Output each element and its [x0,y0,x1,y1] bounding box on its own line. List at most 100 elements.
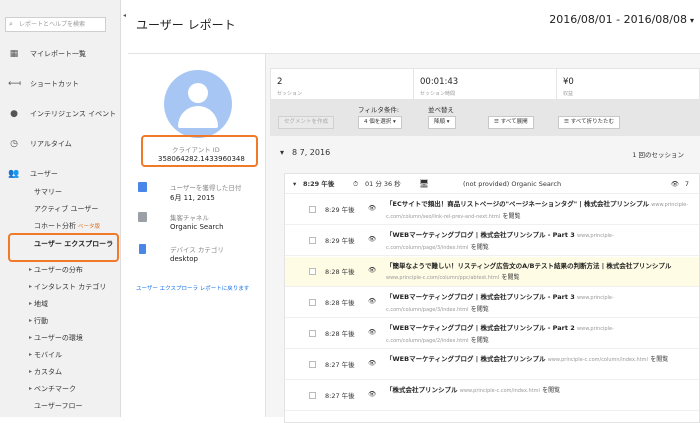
filter-value: 4 個を選択 [364,119,392,125]
list-item[interactable]: 8:27 午後 👁 「株式会社プリンシプル www.principle-c.co… [285,381,699,411]
list-item[interactable]: 8:27 午後 👁 「WEBマーケティングブログ | 株式会社プリンシプル ww… [285,350,699,380]
list-item[interactable]: 8:29 午後 👁 「WEBマーケティングブログ | 株式会社プリンシプル - … [285,226,699,256]
sidebar-item-active-users[interactable]: アクティブ ユーザー [34,204,98,214]
metric-revenue: ¥0 収益 [557,69,699,99]
view-icon: 👁 [670,180,679,188]
metric-label: 収益 [563,91,574,97]
filter-select[interactable]: 4 個を選択 ▾ [358,116,402,129]
list-item[interactable]: 8:28 午後 👁 「WEBマーケティングブログ | 株式会社プリンシプル - … [285,319,699,349]
hit-time: 8:27 午後 [325,361,355,369]
device-label: デバイス カテゴリ [170,246,224,254]
nav-shortcuts[interactable]: ⟻ ショートカット [0,75,121,93]
metric-sessions: 2 セッション [271,69,414,99]
nav-label: ユーザー [30,170,58,178]
chevron-down-icon: ▾ [280,148,285,157]
date-range-picker[interactable]: 2016/08/01 - 2016/08/08 ▾ [549,13,694,26]
calendar-icon [138,182,147,192]
eye-icon: 👁 [368,266,377,274]
hit-time: 8:28 午後 [325,299,355,307]
collapse-sidebar-icon[interactable]: ◂ [121,10,128,21]
main-content: クライアント ID 358064282.1433960348 ユーザーを獲得した… [128,54,700,423]
chevron-down-icon: ▾ [393,119,396,125]
sidebar-item-cohort[interactable]: コホート分析 ベータ版 [34,221,100,232]
row-checkbox[interactable] [309,361,316,368]
channel-label: 集客チャネル [170,214,209,222]
lightbulb-icon: ● [10,109,18,119]
hit-title: 「WEBマーケティングブログ | 株式会社プリンシプル www.principl… [386,354,696,366]
sidebar-item-demographics[interactable]: ユーザーの分布 [29,265,83,275]
hit-time: 8:28 午後 [325,330,355,338]
hit-action: を閲覧 [502,213,521,220]
list-item[interactable]: 8:28 午後 👁 「WEBマーケティングブログ | 株式会社プリンシプル - … [285,288,699,318]
expand-all-label: すべて展開 [500,119,528,125]
nav-label: リアルタイム [30,140,72,148]
metric-label: セッション時間 [420,91,456,97]
eye-icon: 👁 [368,390,377,398]
sidebar-item-custom[interactable]: カスタム [29,367,62,377]
sidebar-item-geo[interactable]: 地域 [29,299,48,309]
hit-title: 「簡単なようで難しい！リスティング広告文のA/Bテスト結果の判断方法 | 株式会… [386,261,696,284]
hit-title: 「WEBマーケティングブログ | 株式会社プリンシプル - Part 2 www… [386,323,696,347]
row-checkbox[interactable] [309,330,316,337]
expand-all-button[interactable]: ☰ すべて展開 [488,116,534,129]
list-item[interactable]: 8:28 午後 👁 「簡単なようで難しい！リスティング広告文のA/Bテスト結果の… [285,257,699,287]
hit-url: www.principle-c.com/column/index.html [547,357,648,363]
collapse-icon: ☰ [564,119,569,125]
eye-icon: 👁 [368,359,377,367]
search-input[interactable]: ⌕ レポートとヘルプを検索 [5,17,106,32]
collapse-all-label: すべて折りたたむ [570,119,615,125]
hit-title-text: 「WEBマーケティングブログ | 株式会社プリンシプル - Part 3 [386,293,575,301]
sort-select[interactable]: 降順 ▾ [428,116,456,129]
row-checkbox[interactable] [309,206,316,213]
filter-bar: セグメントを作成 フィルタ条件: 4 個を選択 ▾ 並べ替え 降順 ▾ ☰ すべ… [270,100,700,136]
row-checkbox[interactable] [309,237,316,244]
date-group-date: 8 7, 2016 [292,148,331,157]
collapse-all-button[interactable]: ☰ すべて折りたたむ [558,116,621,129]
highlight-box [141,135,258,167]
hit-title-text: 「WEBマーケティングブログ | 株式会社プリンシプル - Part 2 [386,324,575,332]
sidebar-item-benchmark[interactable]: ベンチマーク [29,384,76,394]
hit-title: 「WEBマーケティングブログ | 株式会社プリンシプル - Part 3 www… [386,292,696,316]
hit-title-text: 「株式会社プリンシプル [386,386,458,394]
hit-title-text: 「ECサイトで頻出！商品リストページの"ページネーションタグ" | 株式会社プリ… [386,200,649,208]
metric-value: ¥0 [563,77,574,87]
chevron-down-icon: ▾ [689,16,694,25]
hit-action: を閲覧 [501,274,520,281]
page-title: ユーザー レポート [136,18,236,32]
metric-label: セッション [277,91,303,97]
sidebar: ⌕ レポートとヘルプを検索 ▦ マイレポート一覧 ⟻ ショートカット ● インテ… [0,0,121,417]
acquired-date-label: ユーザーを獲得した日付 [170,184,242,192]
date-group-header[interactable]: ▾ 8 7, 2016 1 回のセッション [270,148,700,162]
metric-duration: 00:01:43 セッション時間 [414,69,557,99]
list-item[interactable]: 8:29 午後 👁 「ECサイトで頻出！商品リストページの"ページネーションタグ… [285,195,699,225]
filter-label: フィルタ条件: [358,106,400,114]
desktop-icon: 🖥 [419,179,430,188]
row-checkbox[interactable] [309,299,316,306]
highlight-box [8,233,119,262]
channel-icon [138,212,147,222]
nav-audience[interactable]: 👥 ユーザー [0,165,121,183]
hit-url: www.principle-c.com/column/ppc/abtest.ht… [386,275,500,281]
create-segment-button[interactable]: セグメントを作成 [278,116,335,129]
sidebar-item-behavior[interactable]: 行動 [29,316,48,326]
back-to-explorer-link[interactable]: ユーザー エクスプローラ レポートに戻ります [136,284,249,292]
hit-action: を閲覧 [470,244,489,251]
eye-icon: 👁 [368,297,377,305]
row-checkbox[interactable] [309,268,316,275]
hit-url: www.principle-c.com/index.html [459,388,540,394]
sidebar-item-interests[interactable]: インタレスト カテゴリ [29,282,106,292]
row-checkbox[interactable] [309,392,316,399]
nav-my-reports[interactable]: ▦ マイレポート一覧 [0,45,121,63]
shortcut-arrow-icon: ⟻ [8,79,21,89]
sidebar-item-technology[interactable]: ユーザーの環境 [29,333,83,343]
nav-realtime[interactable]: ◷ リアルタイム [0,135,121,153]
hit-time: 8:29 午後 [325,237,355,245]
sidebar-item-mobile[interactable]: モバイル [29,350,62,360]
session-header[interactable]: ▾ 8:29 午後 ⏱ 01 分 36 秒 🖥 (not provided) O… [285,174,699,194]
session-card: ▾ 8:29 午後 ⏱ 01 分 36 秒 🖥 (not provided) O… [284,173,700,423]
nav-intelligence[interactable]: ● インテリジェンス イベント [0,105,121,123]
sidebar-item-users-flow[interactable]: ユーザーフロー [34,401,82,411]
nav-label: マイレポート一覧 [30,50,86,58]
sidebar-item-summary[interactable]: サマリー [34,187,62,197]
hit-title: 「WEBマーケティングブログ | 株式会社プリンシプル - Part 3 www… [386,230,696,254]
